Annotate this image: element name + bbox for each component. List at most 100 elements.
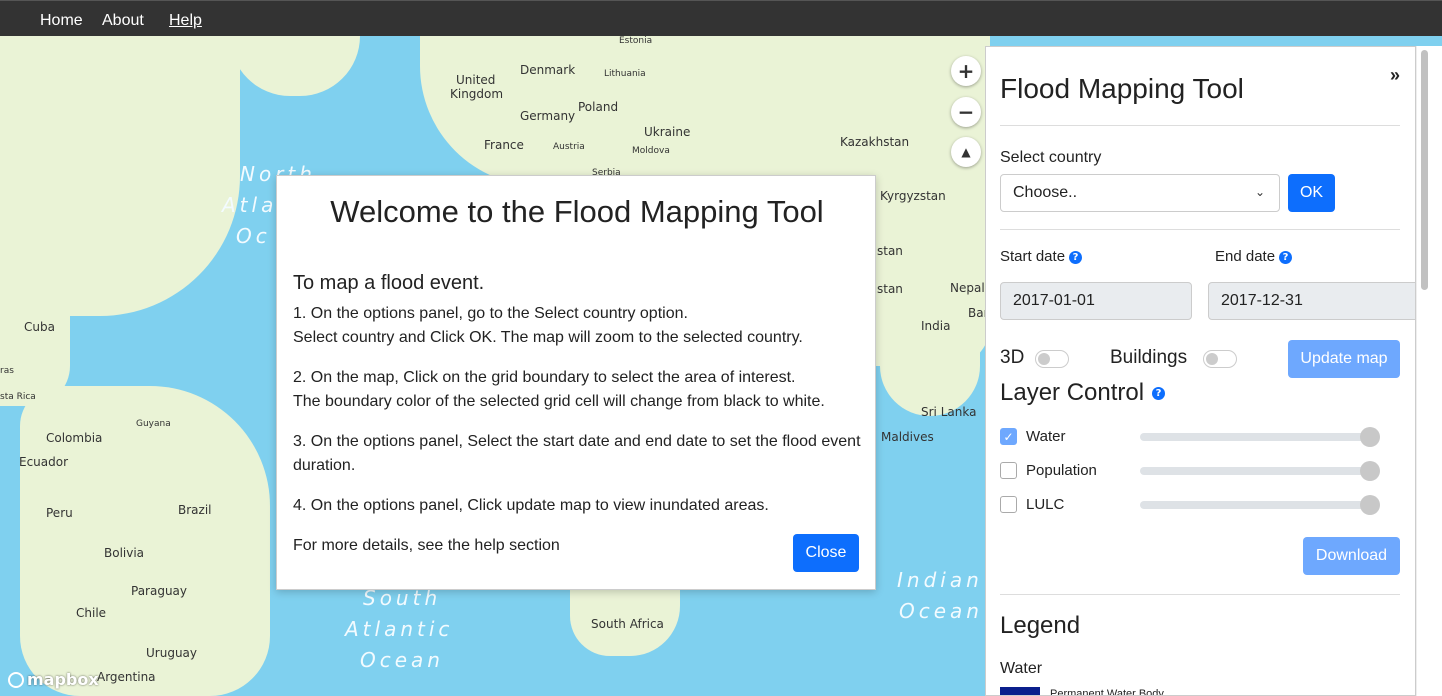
ocean-label: Atlantic [345,617,454,641]
map-label: Argentina [97,670,156,684]
start-date-label-text: Start date [1000,248,1066,265]
map-label: India [921,319,951,333]
divider [1000,594,1400,595]
download-button[interactable]: Download [1303,537,1400,575]
map-label: Colombia [46,431,103,445]
map-label: Bolivia [104,546,145,560]
map-label: Sri Lanka [921,405,977,419]
step-2-line-2: The boundary color of the selected grid … [293,393,825,410]
population-opacity-handle[interactable] [1360,461,1380,481]
map-label: Paraguay [131,584,188,598]
end-date-label: End date? [1215,248,1293,265]
population-opacity-slider[interactable] [1140,467,1378,475]
map-label: South Africa [591,617,664,631]
ocean-label: Ocean [899,599,983,623]
map-label: Ecuador [19,455,69,469]
divider [1000,125,1400,126]
nav-about-link[interactable]: About [102,12,144,30]
lulc-layer-checkbox[interactable] [1000,496,1017,513]
panel-title: Flood Mapping Tool [1000,73,1244,104]
map-label: Kyrgyzstan [880,189,946,203]
help-icon[interactable]: ? [1069,250,1083,264]
map-label: Lithuania [604,69,646,79]
mapbox-logo[interactable]: mapbox [8,670,99,689]
map-label: Germany [520,109,576,123]
toggle-3d-switch[interactable] [1035,350,1069,368]
toggle-3d-label: 3D [1000,347,1025,368]
population-layer-label: Population [1026,462,1097,479]
divider [1000,229,1400,230]
start-date-input[interactable]: 2017-01-01 [1000,282,1192,320]
ocean-label: Ocean [360,648,444,672]
map-label: sta Rica [0,392,36,402]
modal-title: Welcome to the Flood Mapping Tool [330,194,824,229]
scrollbar-thumb[interactable] [1421,50,1428,290]
zoom-out-button[interactable]: − [951,97,981,127]
map-label: Cuba [24,320,55,334]
toggle-buildings-label: Buildings [1110,347,1188,368]
map-label: stan [877,282,903,296]
step-1-line-2: Select country and Click OK. The map wil… [293,329,803,346]
map-label: Maldives [881,430,934,444]
population-layer-checkbox[interactable] [1000,462,1017,479]
step-2-line-1: 2. On the map, Click on the grid boundar… [293,369,796,386]
map-label: Uruguay [146,646,197,660]
map-label: Denmark [520,63,576,77]
toggle-buildings-switch[interactable] [1203,350,1237,368]
chevron-down-icon: ⌄ [1254,185,1265,199]
help-icon[interactable]: ? [1152,387,1166,401]
lulc-layer-label: LULC [1026,496,1065,513]
legend-water-label: Water [1000,660,1043,677]
water-layer-checkbox[interactable]: ✓ [1000,428,1017,445]
zoom-in-button[interactable]: + [951,56,981,86]
compass-icon[interactable]: ▲ [951,137,981,167]
welcome-modal: Welcome to the Flood Mapping Tool To map… [276,175,876,590]
step-1-line-1: 1. On the options panel, go to the Selec… [293,305,688,322]
water-opacity-slider[interactable] [1140,433,1378,441]
end-date-input[interactable]: 2017-12-31 [1208,282,1415,320]
options-panel: Flood Mapping Tool » Select country Choo… [985,46,1416,696]
lulc-opacity-handle[interactable] [1360,495,1380,515]
legend-water-swatch [1000,687,1040,695]
water-opacity-handle[interactable] [1360,427,1380,447]
map-label: Kazakhstan [840,135,910,149]
map-label: Austria [553,142,585,152]
lulc-opacity-slider[interactable] [1140,501,1378,509]
mapbox-text: mapbox [27,670,99,689]
map-label: Ukraine [644,125,691,139]
panel-scrollbar[interactable] [1416,46,1442,696]
end-date-label-text: End date [1215,248,1276,265]
map-label: stan [877,244,903,258]
map-label: Peru [46,506,73,520]
modal-more-details: For more details, see the help section [293,537,560,554]
close-button[interactable]: Close [793,534,859,572]
map-label: United [456,73,496,87]
step-4: 4. On the options panel, Click update ma… [293,497,769,514]
map-label: Moldova [632,146,670,156]
select-country-label: Select country [1000,149,1102,166]
map-label: Nepal [950,281,985,295]
mapbox-icon [8,671,24,688]
nav-home-link[interactable]: Home [40,12,83,30]
ocean-label: Atla [222,193,278,217]
help-icon[interactable]: ? [1279,250,1293,264]
water-layer-label: Water [1026,428,1066,445]
update-map-button[interactable]: Update map [1288,340,1400,378]
step-3-line-2: duration. [293,457,356,474]
country-select[interactable]: Choose.. ⌄ [1000,174,1280,212]
land-north-america [0,36,240,316]
layer-control-heading: Layer Control? [1000,379,1166,407]
map-label: Guyana [136,419,171,429]
country-select-value: Choose.. [1013,184,1078,201]
nav-help-link[interactable]: Help [169,12,202,30]
map-label: France [484,138,524,152]
modal-subtitle: To map a flood event. [293,272,485,294]
collapse-panel-icon[interactable]: » [1390,65,1400,86]
map-label: Kingdom [450,87,504,101]
ok-button[interactable]: OK [1288,174,1335,212]
legend-heading: Legend [1000,612,1081,639]
map-label: Chile [76,606,107,620]
ocean-label: Indian [897,568,983,592]
layer-control-text: Layer Control [1000,379,1145,406]
map-label: Estonia [619,36,653,46]
